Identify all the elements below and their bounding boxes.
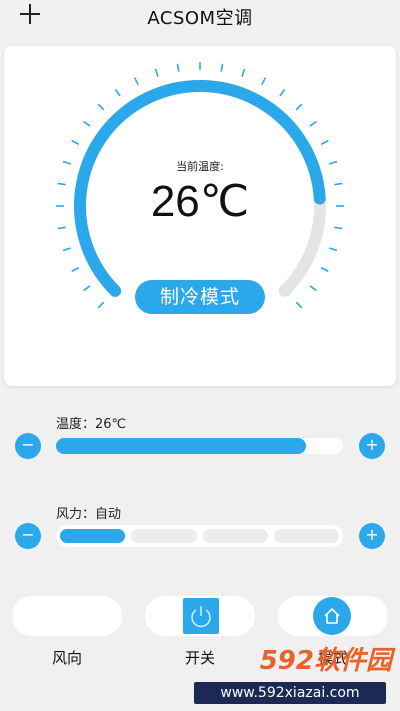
- temperature-label: 温度：26℃: [56, 417, 127, 432]
- minus-icon: −: [21, 435, 35, 454]
- wind-direction-label: 风向: [51, 649, 82, 667]
- dial-tick: [114, 89, 121, 97]
- mode-button[interactable]: 制冷模式: [135, 280, 265, 314]
- power-button[interactable]: [145, 596, 255, 636]
- temperature-slider[interactable]: [56, 438, 343, 454]
- dial-tick: [295, 301, 303, 309]
- current-temp-value: 26℃: [150, 177, 250, 226]
- dial-tick: [83, 120, 91, 127]
- dial-tick: [295, 103, 303, 111]
- dial-tick: [133, 77, 139, 86]
- fan-speed-segment[interactable]: [60, 529, 126, 543]
- current-temp-label: 当前温度:: [176, 160, 224, 173]
- dial-tick: [329, 247, 338, 252]
- home-icon: [313, 597, 351, 635]
- fan-label: 风力：自动: [56, 507, 122, 522]
- minus-icon: −: [21, 525, 35, 544]
- top-bar: ACSOM空调: [0, 0, 400, 34]
- watermark-url: www.592xiazai.com: [194, 682, 386, 704]
- dial-tick: [71, 267, 80, 273]
- fan-increase-button[interactable]: +: [359, 523, 385, 549]
- power-icon: [183, 598, 219, 634]
- dial-tick: [97, 301, 105, 309]
- dial-tick: [71, 139, 80, 145]
- fan-speed-segment[interactable]: [202, 529, 268, 543]
- dial-tick: [83, 285, 91, 292]
- fan-speed-selector[interactable]: [56, 525, 343, 547]
- dial-tick: [154, 68, 159, 77]
- watermark-brand: 592软件园: [259, 646, 392, 676]
- temp-decrease-button[interactable]: −: [15, 433, 41, 459]
- dial-tick: [57, 226, 66, 230]
- page-title: ACSOM空调: [147, 8, 253, 29]
- dial-tick: [220, 63, 224, 72]
- temp-increase-button[interactable]: +: [359, 433, 385, 459]
- dial-tick: [62, 247, 71, 252]
- fan-decrease-button[interactable]: −: [15, 523, 41, 549]
- wind-direction-button[interactable]: [12, 596, 122, 636]
- fan-speed-segment[interactable]: [131, 529, 197, 543]
- plus-icon: +: [365, 525, 379, 544]
- dial-tick: [320, 139, 329, 145]
- dial-tick: [334, 226, 343, 230]
- dial-tick: [309, 285, 317, 292]
- plus-icon: +: [365, 435, 379, 454]
- dial-tick: [261, 77, 267, 86]
- dial-tick: [176, 63, 180, 72]
- dial-tick: [241, 68, 246, 77]
- dial-tick: [97, 103, 105, 111]
- mode-switch-button[interactable]: [278, 596, 388, 636]
- temperature-slider-fill: [56, 438, 306, 454]
- dial-tick: [309, 120, 317, 127]
- fan-speed-segment[interactable]: [273, 529, 339, 543]
- thermostat-card: 当前温度: 26℃ 制冷模式: [4, 46, 396, 386]
- dial-tick: [320, 267, 329, 273]
- dial-tick: [279, 89, 286, 97]
- site-watermark: 592软件园 www.592xiazai.com: [190, 640, 400, 711]
